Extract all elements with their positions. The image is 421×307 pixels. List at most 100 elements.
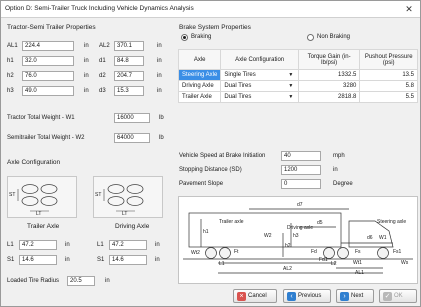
dropdown-arrow-icon[interactable]: ▼ <box>287 93 295 102</box>
d2-label: d2 <box>99 73 106 79</box>
pavement-slope-label: Pavement Slope <box>179 181 224 187</box>
diagram-fs: Fs <box>355 249 361 255</box>
diagram-d6: d6 <box>367 235 373 241</box>
previous-icon: ‹ <box>287 292 296 301</box>
w2-label: Semitrailer Total Weight - W2 <box>7 135 85 141</box>
diagram-fs1: Fs1 <box>393 249 402 255</box>
w1-unit: lb <box>159 115 164 121</box>
driving-l-input[interactable]: 47.2 <box>109 240 147 250</box>
braking-radio[interactable] <box>181 34 188 41</box>
stopping-distance-input[interactable]: 1200 <box>281 165 321 175</box>
al2-unit: in <box>157 43 162 49</box>
diagram-steering-axle: Steering axle <box>377 219 407 225</box>
dropdown-arrow-icon[interactable]: ▼ <box>287 82 295 91</box>
table-row[interactable]: Steering Axle Single Tires ▼ 1332.5 13.5 <box>177 69 418 81</box>
col-torque-gain: Torque Gain (in-lb/psi) <box>297 49 361 70</box>
d1-unit: in <box>157 58 162 64</box>
axle-cell[interactable]: Trailer Axle <box>177 91 222 103</box>
ok-label: OK <box>394 293 403 299</box>
col-axle-config: Axle Configuration <box>220 49 299 70</box>
diagram-al1: AL1 <box>355 270 364 276</box>
pavement-slope-input[interactable]: 0 <box>281 179 321 189</box>
driving-lt-mark: LT <box>122 211 128 217</box>
trailer-s-label: S1 <box>7 257 15 263</box>
speed-input[interactable]: 40 <box>281 151 321 161</box>
next-icon: › <box>340 292 349 301</box>
table-row[interactable]: Trailer Axle Dual Tires ▼ 2818.8 5.5 <box>177 91 418 103</box>
w2-input[interactable]: 64000 <box>114 133 150 143</box>
tire-radius-input[interactable]: 20.5 <box>67 276 95 286</box>
pavement-slope-unit: Degree <box>333 181 353 187</box>
brake-table: Axle Axle Configuration Torque Gain (in-… <box>177 49 418 103</box>
title-bar: Option D: Semi-Trailer Truck Including V… <box>1 1 420 18</box>
tire-radius-label: Loaded Tire Radius <box>7 278 60 284</box>
cancel-label: Cancel <box>248 293 267 299</box>
trailer-s-input[interactable]: 14.6 <box>19 255 57 265</box>
diagram-driving-axle: Driving axle <box>287 225 314 231</box>
axle-config-select[interactable]: Dual Tires ▼ <box>220 80 299 92</box>
axle-config-select[interactable]: Single Tires ▼ <box>220 69 299 81</box>
torque-gain-cell[interactable]: 3280 <box>297 80 361 92</box>
axle-cell[interactable]: Steering Axle <box>177 69 222 81</box>
h2-label: h2 <box>7 73 14 79</box>
pushout-pressure-cell[interactable]: 13.5 <box>359 69 418 81</box>
h1-input[interactable]: 32.0 <box>22 56 74 66</box>
driving-s-input[interactable]: 14.6 <box>109 255 147 265</box>
previous-button[interactable]: ‹ Previous <box>283 289 331 303</box>
stopping-distance-unit: in <box>333 167 338 173</box>
diagram-trailer-axle: Trailer axle <box>219 219 244 225</box>
non-braking-radio-label: Non Braking <box>317 34 351 40</box>
d3-input[interactable]: 15.3 <box>114 86 144 96</box>
pushout-pressure-cell[interactable]: 5.8 <box>359 80 418 92</box>
diagram-ft: Ft <box>234 249 239 255</box>
ok-button[interactable]: ✓ OK <box>379 289 417 303</box>
trailer-l-label: L1 <box>7 242 14 248</box>
diagram-w2: W2 <box>264 233 272 239</box>
driving-s-unit: in <box>155 257 160 263</box>
dropdown-arrow-icon[interactable]: ▼ <box>287 71 295 80</box>
close-icon[interactable]: ✕ <box>400 3 418 15</box>
driving-axle-diagram: ST LT <box>93 176 163 218</box>
h1-unit: in <box>84 58 89 64</box>
d2-input[interactable]: 204.7 <box>114 71 144 81</box>
trailer-lt-mark: LT <box>36 211 42 217</box>
trailer-l-input[interactable]: 47.2 <box>19 240 57 250</box>
combo-value: Dual Tires <box>224 82 252 89</box>
driving-st-mark: ST <box>95 192 102 198</box>
driving-axle-label: Driving Axle <box>115 223 150 230</box>
al1-input[interactable]: 224.4 <box>22 41 74 51</box>
d2-unit: in <box>157 73 162 79</box>
speed-unit: mph <box>333 153 345 159</box>
axle-config-select[interactable]: Dual Tires ▼ <box>220 91 299 103</box>
d1-input[interactable]: 84.8 <box>114 56 144 66</box>
al2-label: AL2 <box>99 43 110 49</box>
next-button[interactable]: › Next <box>336 289 374 303</box>
torque-gain-cell[interactable]: 2818.8 <box>297 91 361 103</box>
diagram-h1: h1 <box>203 229 209 235</box>
diagram-d7: d7 <box>297 202 303 208</box>
driving-axle-drawing <box>103 184 144 212</box>
w1-input[interactable]: 16000 <box>114 113 150 123</box>
brake-section-title: Brake System Properties <box>179 24 251 31</box>
driving-l-label: L1 <box>97 242 104 248</box>
diagram-l1: L1 <box>219 261 225 267</box>
pushout-pressure-cell[interactable]: 5.5 <box>359 91 418 103</box>
braking-radio-label: Braking <box>191 34 212 40</box>
col-axle: Axle <box>177 49 222 70</box>
al2-input[interactable]: 370.1 <box>114 41 144 51</box>
h2-input[interactable]: 76.0 <box>22 71 74 81</box>
trailer-axle-label: Trailer Axle <box>27 223 60 230</box>
non-braking-radio[interactable] <box>307 34 314 41</box>
d3-unit: in <box>157 88 162 94</box>
driving-l-unit: in <box>155 242 160 248</box>
table-row[interactable]: Driving Axle Dual Tires ▼ 3280 5.8 <box>177 80 418 92</box>
diagram-fd1: Fd1 <box>319 257 328 263</box>
cancel-button[interactable]: × Cancel <box>233 289 277 303</box>
al1-label: AL1 <box>7 43 18 49</box>
torque-gain-cell[interactable]: 1332.5 <box>297 69 361 81</box>
w2-unit: lb <box>159 135 164 141</box>
trailer-axle-diagram: ST LT <box>7 176 77 218</box>
ok-icon: ✓ <box>383 292 392 301</box>
h3-input[interactable]: 49.0 <box>22 86 74 96</box>
axle-cell[interactable]: Driving Axle <box>177 80 222 92</box>
